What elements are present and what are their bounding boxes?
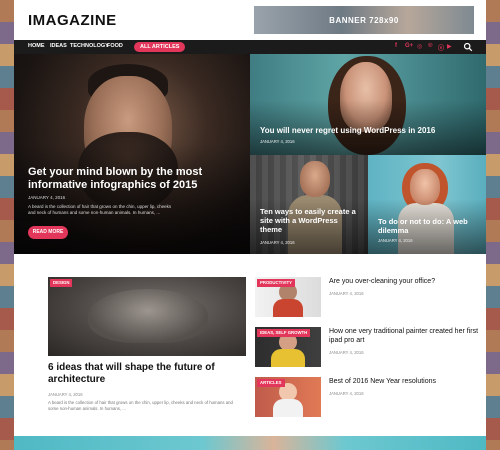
featured-image-car — [88, 289, 208, 343]
ad-banner[interactable]: BANNER 728x90 — [254, 6, 474, 34]
hero-tr-date: JANUARY 4, 2016 — [260, 139, 295, 144]
side-post-title[interactable]: How one very traditional painter created… — [329, 327, 479, 345]
side-post-date: JANUARY 4, 2016 — [329, 291, 364, 296]
side-thumb-body — [271, 349, 305, 367]
side-thumb-body — [273, 299, 303, 317]
hero-bottom-right-post[interactable]: To do or not to do: A web dilemma JANUAR… — [368, 155, 486, 254]
nav-item-food[interactable]: FOOD — [107, 43, 123, 49]
nav-item-technology[interactable]: TECHNOLOGY — [70, 43, 109, 49]
google-plus-icon[interactable]: G+ — [405, 43, 413, 49]
main-nav: HOME IDEAS TECHNOLOGY FOOD ALL ARTICLES … — [14, 40, 486, 54]
side-thumb-body — [273, 399, 303, 417]
featured-date: JANUARY 4, 2016 — [48, 392, 83, 397]
hero-main-title[interactable]: Get your mind blown by the most informat… — [28, 166, 218, 192]
read-more-button[interactable]: READ MORE — [28, 226, 68, 239]
facebook-icon[interactable]: f — [395, 43, 397, 49]
hero-main-date: JANUARY 4, 2016 — [28, 195, 66, 200]
hero-bl-date: JANUARY 4, 2016 — [260, 240, 295, 245]
side-post-tag[interactable]: ARTICLES — [257, 379, 285, 387]
next-section-image — [14, 436, 486, 450]
hero-br-title[interactable]: To do or not to do: A web dilemma — [378, 217, 482, 235]
hero-br-date: JANUARY 4, 2016 — [378, 238, 413, 243]
side-post-title[interactable]: Are you over-cleaning your office? — [329, 277, 479, 286]
featured-title[interactable]: 6 ideas that will shape the future of ar… — [48, 362, 248, 386]
hero-main-excerpt: A beard is the collection of hair that g… — [28, 204, 172, 215]
side-post-tag[interactable]: IDEAS, SELF GROWTH — [257, 329, 311, 337]
instagram-icon[interactable]: ◎ — [417, 43, 422, 50]
featured-excerpt: A beard is the collection of hair that g… — [48, 400, 233, 411]
site-header: IMAGAZINE BANNER 728x90 — [14, 0, 486, 40]
search-icon[interactable] — [463, 42, 473, 52]
page: IMAGAZINE BANNER 728x90 HOME IDEAS TECHN… — [14, 0, 486, 450]
hero-top-right-post[interactable]: You will never regret using WordPress in… — [250, 54, 486, 155]
side-post-date: JANUARY 4, 2016 — [329, 391, 364, 396]
nav-item-ideas[interactable]: IDEAS — [50, 43, 67, 49]
side-post-title[interactable]: Best of 2016 New Year resolutions — [329, 377, 479, 386]
hero-bl-image-face — [300, 161, 330, 197]
featured-tag[interactable]: DESIGN — [50, 279, 73, 287]
side-post-tag[interactable]: PRODUCTIVITY — [257, 279, 295, 287]
vk-icon[interactable]: ⓥ — [438, 43, 444, 52]
nav-item-home[interactable]: HOME — [28, 43, 45, 49]
pinterest-icon[interactable]: ℗ — [428, 43, 432, 49]
site-logo[interactable]: IMAGAZINE — [28, 12, 117, 29]
side-post-date: JANUARY 4, 2016 — [329, 350, 364, 355]
nav-item-all-articles[interactable]: ALL ARTICLES — [134, 42, 186, 52]
hero-main-post[interactable]: Get your mind blown by the most informat… — [14, 54, 250, 254]
featured-image[interactable] — [48, 277, 246, 356]
hero-bottom-left-post[interactable]: Ten ways to easily create a site with a … — [250, 155, 368, 254]
youtube-icon[interactable]: ▶ — [447, 43, 452, 50]
hero-tr-title[interactable]: You will never regret using WordPress in… — [260, 126, 470, 135]
hero-bl-title[interactable]: Ten ways to easily create a site with a … — [260, 207, 360, 234]
